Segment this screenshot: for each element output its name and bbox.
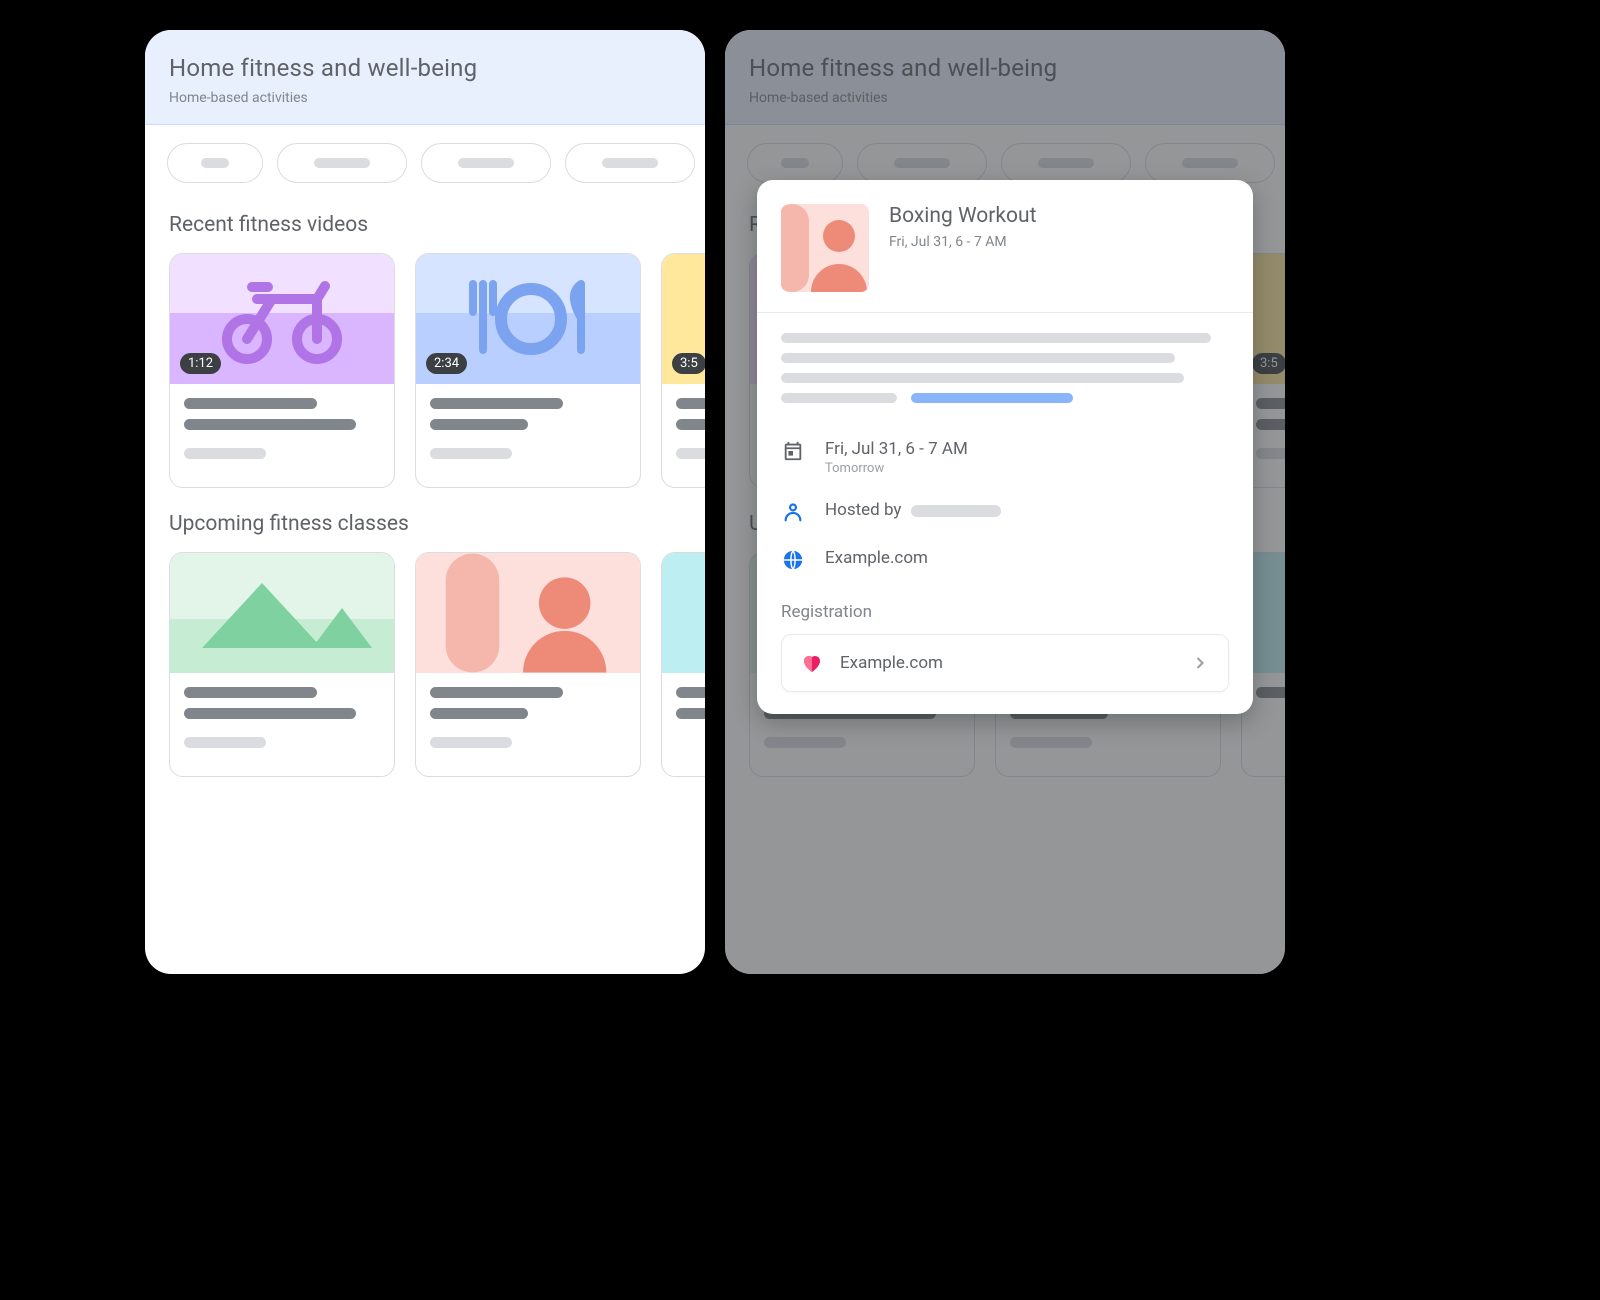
duration-badge: 2:34 — [426, 353, 467, 374]
meal-icon — [453, 274, 603, 364]
calendar-icon — [781, 439, 805, 463]
duration-badge: 1:12 — [180, 353, 221, 374]
phone-left: Home fitness and well-being Home-based a… — [145, 30, 705, 974]
info-row-website[interactable]: Example.com — [781, 536, 1229, 584]
event-title: Boxing Workout — [889, 204, 1036, 228]
class-card[interactable] — [169, 552, 395, 777]
class-card[interactable] — [661, 552, 705, 777]
hosted-by-label: Hosted by — [825, 500, 901, 520]
landscape-icon — [182, 563, 382, 663]
host-name-placeholder — [911, 505, 1001, 517]
event-datetime: Fri, Jul 31, 6 - 7 AM — [825, 439, 968, 459]
event-site: Example.com — [825, 548, 928, 568]
registration-site: Example.com — [840, 653, 1174, 673]
video-card[interactable]: 3:5 — [661, 253, 705, 488]
phone-right: Home fitness and well-being Home-based a… — [725, 30, 1285, 974]
event-detail-modal: Boxing Workout Fri, Jul 31, 6 - 7 AM — [757, 180, 1253, 714]
info-row-datetime: Fri, Jul 31, 6 - 7 AM Tomorrow — [781, 427, 1229, 488]
filter-chip[interactable] — [421, 143, 551, 183]
filter-chip[interactable] — [565, 143, 695, 183]
registration-label: Registration — [757, 592, 1253, 634]
chevron-right-icon — [1190, 653, 1210, 673]
section-title-recent: Recent fitness videos — [145, 189, 705, 253]
duration-badge: 3:5 — [672, 353, 705, 374]
bike-icon — [217, 274, 347, 364]
filter-chip-row — [145, 125, 705, 189]
page-header: Home fitness and well-being Home-based a… — [145, 30, 705, 125]
section-title-upcoming: Upcoming fitness classes — [145, 488, 705, 552]
upcoming-classes-row — [145, 552, 705, 777]
video-card[interactable]: 2:34 — [415, 253, 641, 488]
globe-icon — [781, 548, 805, 572]
page-title: Home fitness and well-being — [169, 54, 681, 82]
person-icon — [781, 500, 805, 524]
info-row-host: Hosted by — [781, 488, 1229, 536]
event-when: Fri, Jul 31, 6 - 7 AM — [889, 234, 1036, 250]
filter-chip[interactable] — [277, 143, 407, 183]
heart-icon — [800, 651, 824, 675]
person-icon — [416, 553, 640, 673]
registration-link[interactable]: Example.com — [781, 634, 1229, 692]
event-avatar — [781, 204, 869, 292]
class-card[interactable] — [415, 552, 641, 777]
video-card[interactable]: 1:12 — [169, 253, 395, 488]
page-subtitle: Home-based activities — [169, 90, 681, 106]
event-datetime-relative: Tomorrow — [825, 461, 968, 476]
event-description — [757, 313, 1253, 417]
recent-videos-row: 1:12 2:34 — [145, 253, 705, 488]
filter-chip[interactable] — [167, 143, 263, 183]
